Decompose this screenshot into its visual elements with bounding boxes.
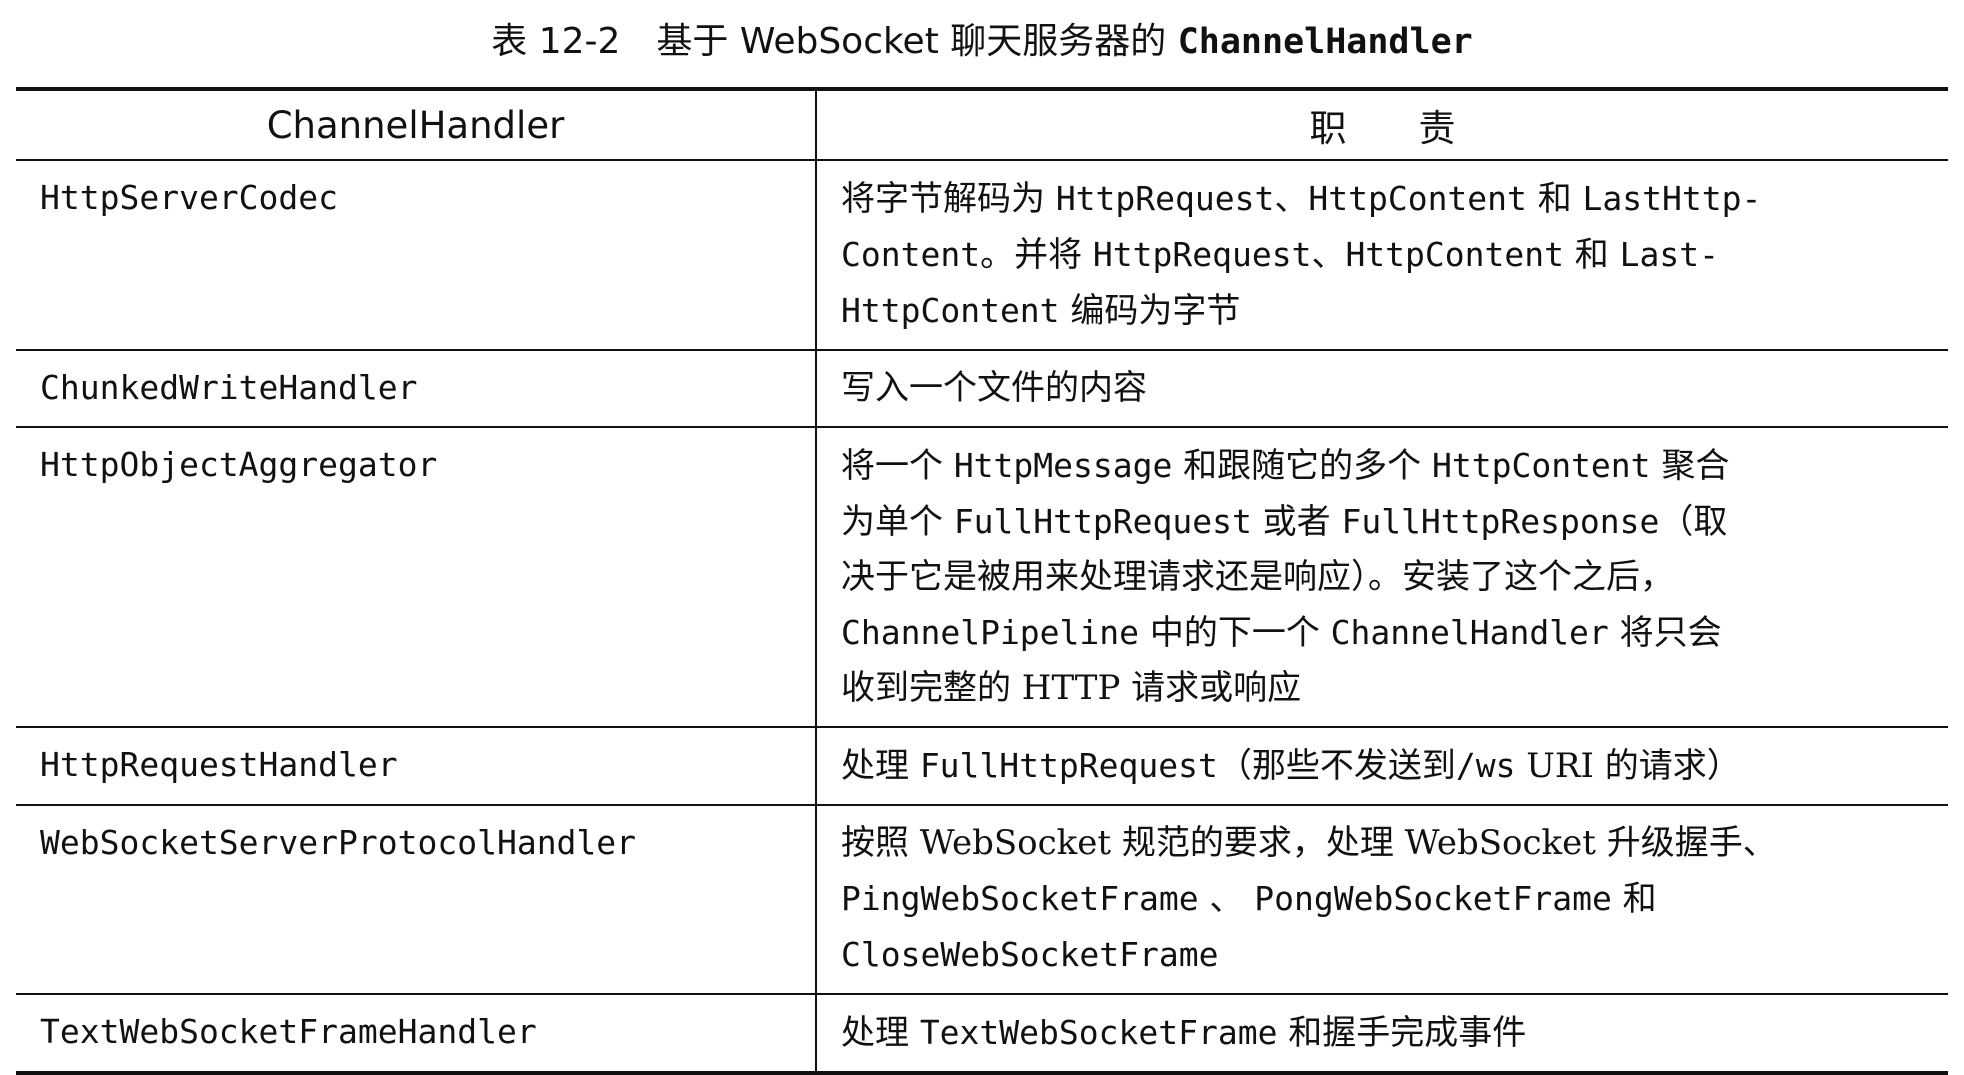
desc-text: 为单个 (841, 502, 954, 542)
table-row: HttpServerCodec 将字节解码为 HttpRequest、HttpC… (16, 159, 1948, 350)
header-char-1: 职 (1309, 107, 1347, 150)
code-term: TextWebSocketFrame (919, 1013, 1278, 1052)
code-term: LastHttp- (1582, 179, 1762, 218)
code-term: Content (841, 235, 981, 274)
code-term: HttpContent (1345, 235, 1564, 274)
code-term: HttpRequest (1055, 179, 1275, 218)
table-row: ChunkedWriteHandler 写入一个文件的内容 (16, 349, 1948, 427)
desc-text: （取 (1659, 502, 1728, 542)
desc-text: （那些不发送到 (1217, 746, 1456, 786)
code-term: HttpMessage (953, 446, 1173, 485)
code-term: FullHttpRequest (953, 502, 1252, 541)
desc-text: 处理 (841, 1013, 920, 1053)
table-caption: 表 12-2 基于 WebSocket 聊天服务器的 ChannelHandle… (0, 14, 1964, 70)
code-term: ChannelPipeline (841, 613, 1140, 652)
desc-text: 处理 (841, 746, 920, 786)
code-term: HttpRequest (1092, 235, 1312, 274)
code-term: PingWebSocketFrame (841, 879, 1199, 918)
desc-text: 和 (1526, 179, 1583, 219)
handler-name: TextWebSocketFrameHandler (16, 993, 816, 1075)
code-term: /ws (1455, 746, 1516, 785)
handler-name: WebSocketServerProtocolHandler (16, 804, 816, 994)
handler-desc: 按照 WebSocket 规范的要求，处理 WebSocket 升级握手、 Pin… (815, 804, 1948, 994)
header-channelhandler: ChannelHandler (16, 87, 816, 161)
handler-name: HttpServerCodec (16, 159, 816, 350)
caption-code: ChannelHandler (1177, 22, 1473, 62)
handler-name: HttpObjectAggregator (16, 426, 816, 727)
code-term: HttpContent (841, 291, 1060, 330)
header-char-2: 责 (1418, 107, 1456, 150)
desc-text: 写入一个文件的内容 (841, 368, 1147, 408)
handler-desc: 将字节解码为 HttpRequest、HttpContent 和 LastHtt… (815, 159, 1948, 350)
handler-table: ChannelHandler 职责 HttpServerCodec 将字节解码为… (16, 87, 1948, 1075)
desc-text: 和 (1611, 879, 1657, 919)
desc-text: 按照 WebSocket 规范的要求，处理 WebSocket 升级握手、 (841, 823, 1777, 863)
code-term: PongWebSocketFrame (1254, 879, 1612, 918)
table-row: HttpObjectAggregator 将一个 HttpMessage 和跟随… (16, 426, 1948, 727)
code-term: FullHttpRequest (919, 746, 1218, 785)
desc-text: 或者 (1251, 502, 1342, 542)
table-row: TextWebSocketFrameHandler 处理 TextWebSock… (16, 993, 1948, 1075)
code-term: ChannelHandler (1330, 613, 1609, 652)
code-term: HttpContent (1308, 179, 1527, 218)
code-term: CloseWebSocketFrame (841, 935, 1219, 974)
desc-text: 聚合 (1650, 446, 1730, 486)
table-row: WebSocketServerProtocolHandler 按照 WebSoc… (16, 804, 1948, 994)
desc-text: 编码为字节 (1059, 291, 1241, 331)
handler-name: HttpRequestHandler (16, 726, 816, 805)
desc-text: 、 (1274, 179, 1309, 219)
caption-prefix: 表 12-2 基于 WebSocket 聊天服务器的 (491, 21, 1178, 62)
code-term: HttpContent (1431, 446, 1651, 485)
handler-desc: 处理 TextWebSocketFrame 和握手完成事件 (815, 993, 1948, 1075)
desc-text: 决于它是被用来处理请求还是响应）。安装了这个之后， (841, 557, 1674, 597)
code-term: FullHttpResponse (1341, 502, 1660, 541)
desc-text: 、 (1198, 879, 1255, 919)
desc-text: 和 (1563, 235, 1620, 275)
handler-desc: 将一个 HttpMessage 和跟随它的多个 HttpContent 聚合为单… (815, 426, 1948, 727)
desc-text: 和跟随它的多个 (1172, 446, 1432, 486)
desc-text: 中的下一个 (1139, 613, 1331, 653)
header-row: ChannelHandler 职责 (16, 87, 1948, 161)
handler-desc: 写入一个文件的内容 (815, 349, 1948, 427)
desc-text: 收到完整的 HTTP 请求或响应 (841, 668, 1302, 708)
desc-text: 将字节解码为 (841, 179, 1056, 219)
desc-text: 和握手完成事件 (1277, 1013, 1527, 1053)
desc-text: URI 的请求） (1515, 746, 1741, 786)
desc-text: 将只会 (1608, 613, 1722, 653)
desc-text: 、 (1311, 235, 1346, 275)
header-responsibility: 职责 (815, 87, 1948, 161)
handler-desc: 处理 FullHttpRequest（那些不发送到/ws URI 的请求） (815, 726, 1948, 805)
handler-name: ChunkedWriteHandler (16, 349, 816, 427)
desc-text: 。并将 (980, 235, 1093, 275)
desc-text: 将一个 (841, 446, 954, 486)
table-row: HttpRequestHandler 处理 FullHttpRequest（那些… (16, 726, 1948, 805)
code-term: Last- (1619, 235, 1719, 274)
